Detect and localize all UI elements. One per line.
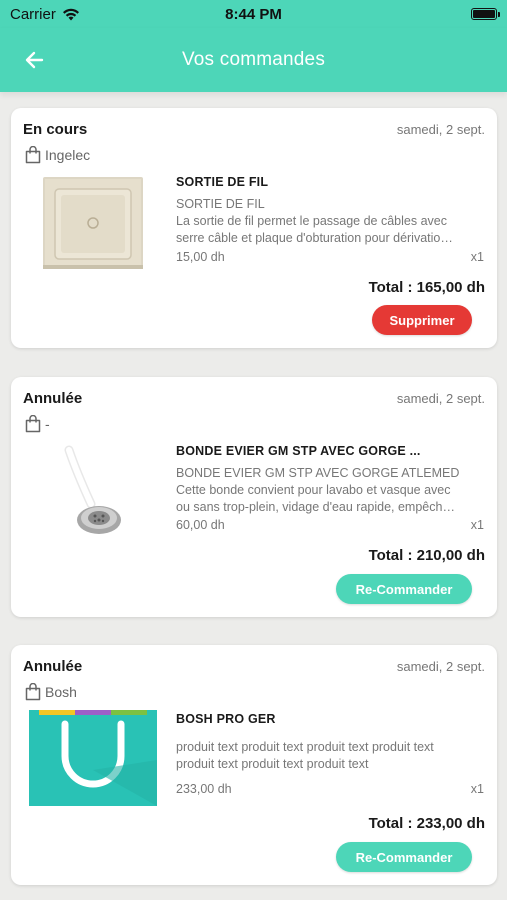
order-status: Annulée	[23, 390, 83, 407]
order-status: Annulée	[23, 658, 83, 675]
reorder-button[interactable]: Re-Commander	[336, 842, 472, 872]
seller-row: Ingelec	[25, 146, 90, 164]
product-name: SORTIE DE FIL	[176, 175, 269, 189]
back-arrow-icon[interactable]	[22, 48, 48, 72]
product-price: 233,00 dh	[176, 782, 232, 796]
product-quantity: x1	[470, 518, 484, 532]
clock: 8:44 PM	[225, 5, 282, 23]
product-quantity: x1	[470, 250, 484, 264]
order-date: samedi, 2 sept.	[396, 122, 485, 137]
product-image	[29, 710, 157, 806]
delete-order-button[interactable]: Supprimer	[372, 305, 472, 335]
product-price: 15,00 dh	[176, 250, 225, 264]
order-card: En cours samedi, 2 sept. Ingelec SORTIE …	[11, 108, 497, 348]
status-bar: Carrier 8:44 PM	[0, 0, 507, 28]
seller-row: -	[25, 415, 50, 433]
order-date: samedi, 2 sept.	[396, 659, 485, 674]
product-image	[64, 445, 121, 534]
shopping-bag-icon	[25, 683, 41, 701]
carrier-label: Carrier	[10, 5, 56, 23]
order-total: Total : 165,00 dh	[368, 279, 485, 296]
order-card: Annulée samedi, 2 sept. - BONDE EVIER GM…	[11, 377, 497, 617]
page-title: Vos commandes	[181, 49, 326, 70]
product-description: SORTIE DE FIL La sortie de fil permet le…	[176, 197, 453, 245]
seller-name: Ingelec	[45, 147, 91, 163]
header: Vos commandes	[0, 28, 507, 92]
status-bar-left: Carrier	[10, 6, 80, 23]
shopping-bag-icon	[25, 415, 41, 433]
seller-name: Bosh	[45, 684, 77, 700]
product-image	[43, 177, 143, 269]
order-total: Total : 210,00 dh	[368, 547, 485, 564]
order-status: En cours	[23, 121, 88, 138]
shopping-bag-icon	[25, 146, 41, 164]
seller-row: Bosh	[25, 683, 77, 701]
wifi-icon	[62, 8, 79, 20]
order-card: Annulée samedi, 2 sept. Bosh BOSH PRO GE…	[11, 645, 497, 885]
product-name: BONDE EVIER GM STP AVEC GORGE ...	[176, 444, 421, 458]
product-description: BONDE EVIER GM STP AVEC GORGE ATLEMED Ce…	[176, 466, 460, 514]
product-price: 60,00 dh	[176, 518, 225, 532]
product-name: BOSH PRO GER	[176, 712, 276, 726]
reorder-button[interactable]: Re-Commander	[336, 574, 472, 604]
product-quantity: x1	[470, 782, 484, 796]
seller-name: -	[45, 416, 50, 432]
order-total: Total : 233,00 dh	[368, 815, 485, 832]
product-description: produit text produit text produit text p…	[176, 740, 434, 771]
battery-icon	[471, 8, 500, 20]
order-date: samedi, 2 sept.	[396, 391, 485, 406]
